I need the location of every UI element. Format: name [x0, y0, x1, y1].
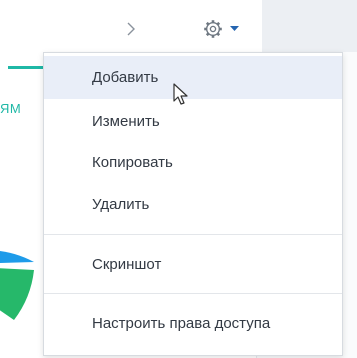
- widget-caption: ЯМ: [0, 101, 22, 116]
- settings-menu-button[interactable]: [200, 16, 246, 42]
- header-right-panel: [262, 0, 357, 52]
- gear-icon: [204, 20, 222, 38]
- menu-item-delete[interactable]: Удалить: [44, 183, 342, 226]
- pie-chart-fragment: [0, 200, 36, 330]
- menu-item-edit[interactable]: Изменить: [44, 100, 342, 143]
- menu-separator: [44, 293, 342, 294]
- pie-slice-green: [0, 268, 34, 320]
- pie-slice-blue: [0, 251, 34, 264]
- menu-separator: [44, 234, 342, 235]
- menu-item-copy[interactable]: Копировать: [44, 141, 342, 184]
- chevron-right-button[interactable]: [122, 18, 140, 40]
- menu-item-access-rights[interactable]: Настроить права доступа: [44, 302, 342, 345]
- settings-dropdown-menu: Добавить Изменить Копировать Удалить Скр…: [43, 52, 343, 356]
- menu-item-add[interactable]: Добавить: [44, 56, 342, 99]
- caret-down-icon: [230, 26, 239, 31]
- widget-accent-line: [8, 66, 44, 69]
- menu-item-screenshot[interactable]: Скриншот: [44, 243, 342, 286]
- chevron-right-icon: [127, 22, 135, 36]
